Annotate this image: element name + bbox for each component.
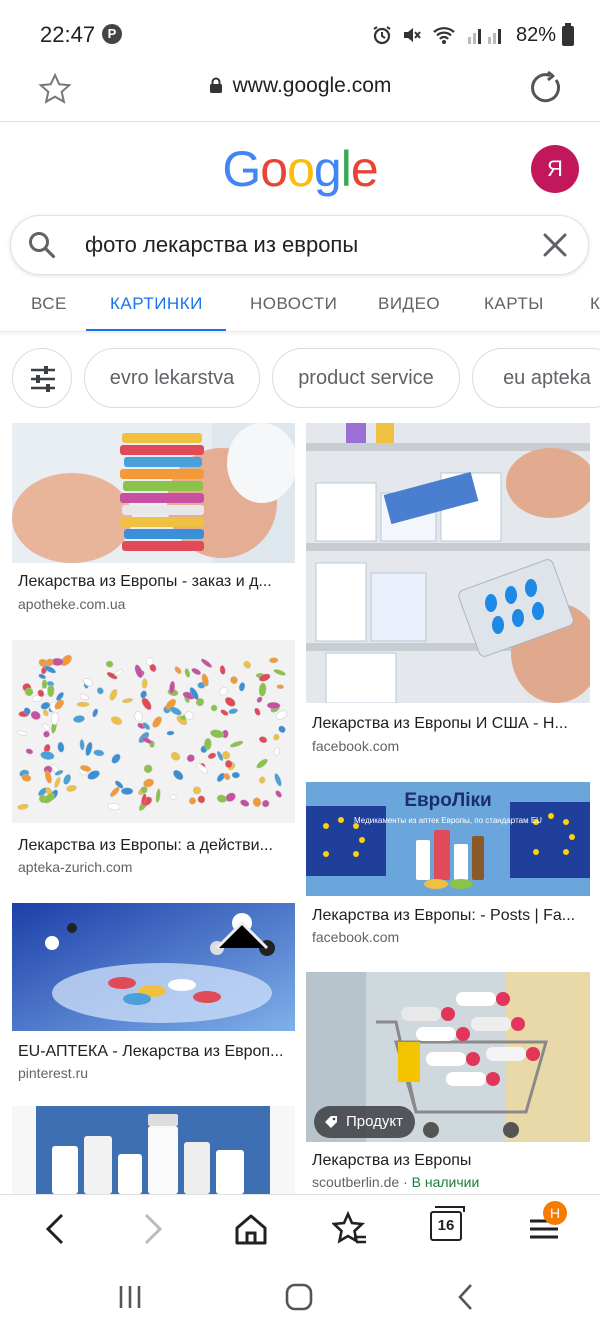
banner-subtitle: Медикаменты из аптек Европы, по стандарт… bbox=[354, 816, 542, 825]
tab-video[interactable]: ВИДЕО bbox=[378, 294, 440, 314]
result-source: scoutberlin.de · В наличии bbox=[312, 1174, 479, 1190]
battery-percent: 82% bbox=[515, 23, 556, 46]
result-title[interactable]: Лекарства из Европы И США - Н... bbox=[312, 715, 584, 733]
mute-icon bbox=[403, 28, 421, 42]
bookmarks-icon[interactable] bbox=[332, 1211, 368, 1247]
result-thumbnail[interactable]: ЕвроЛіки Медикаменты из аптек Европы, по… bbox=[306, 782, 590, 896]
alarm-icon bbox=[373, 26, 391, 45]
tab-news[interactable]: НОВОСТИ bbox=[250, 294, 337, 314]
battery-icon bbox=[562, 23, 574, 46]
url-text: www.google.com bbox=[232, 74, 392, 97]
search-tabs: ВСЕ КАРТИНКИ НОВОСТИ ВИДЕО КАРТЫ К bbox=[0, 280, 600, 332]
tab-all[interactable]: ВСЕ bbox=[31, 294, 67, 314]
recents-icon[interactable] bbox=[116, 1284, 144, 1310]
browser-toolbar: 16 bbox=[0, 1194, 600, 1264]
image-result[interactable]: Лекарства из Европы - заказ и д... apoth… bbox=[12, 423, 295, 623]
in-stock-label: · В наличии bbox=[403, 1174, 480, 1190]
product-badge: Продукт bbox=[314, 1106, 415, 1138]
result-title[interactable]: Лекарства из Европы - заказ и д... bbox=[18, 573, 288, 591]
logo-letter: l bbox=[340, 141, 352, 197]
home-circle-icon[interactable] bbox=[284, 1282, 314, 1312]
system-back-icon[interactable] bbox=[454, 1282, 478, 1312]
logo-letter: o bbox=[260, 141, 288, 197]
image-result[interactable]: EU-АПТЕКА - Лекарства из Европ... pinter… bbox=[12, 903, 295, 1083]
result-title[interactable]: Лекарства из Европы: а действи... bbox=[18, 837, 288, 855]
wifi-icon bbox=[433, 27, 455, 44]
forward-icon[interactable] bbox=[134, 1211, 170, 1247]
status-bar: 22:47 P 82% bbox=[0, 0, 600, 64]
result-title[interactable]: Лекарства из Европы bbox=[312, 1152, 584, 1170]
image-result[interactable]: Лекарства из Европы: а действи... apteka… bbox=[12, 640, 295, 880]
home-icon[interactable] bbox=[233, 1211, 269, 1247]
logo-letter: e bbox=[350, 141, 379, 197]
badge-label: Продукт bbox=[346, 1113, 403, 1130]
result-thumbnail[interactable]: Продукт bbox=[306, 972, 590, 1142]
logo-letter: G bbox=[222, 141, 261, 197]
result-thumbnail[interactable] bbox=[306, 423, 590, 703]
result-thumbnail[interactable] bbox=[12, 423, 295, 563]
image-result[interactable]: ЕвроЛіки Медикаменты из аптек Европы, по… bbox=[306, 782, 590, 950]
search-box[interactable]: фото лекарства из европы bbox=[10, 215, 589, 275]
result-title[interactable]: Лекарства из Европы: - Posts | Fa... bbox=[312, 907, 584, 925]
chip-evro-lekarstva[interactable]: evro lekarstva bbox=[84, 348, 260, 408]
search-icon[interactable] bbox=[27, 230, 57, 260]
result-thumbnail[interactable] bbox=[12, 903, 295, 1031]
clear-icon[interactable] bbox=[542, 232, 568, 258]
search-input[interactable]: фото лекарства из европы bbox=[85, 232, 358, 258]
signal-icon bbox=[467, 29, 501, 44]
notification-badge: Н bbox=[543, 1201, 567, 1225]
active-tab-indicator bbox=[86, 329, 226, 331]
tab-more[interactable]: К bbox=[590, 294, 600, 314]
result-source: facebook.com bbox=[312, 738, 400, 754]
chip-eu-apteka[interactable]: eu apteka bbox=[472, 348, 600, 408]
image-result[interactable] bbox=[12, 1106, 295, 1196]
result-source: pinterest.ru bbox=[18, 1065, 89, 1081]
image-result[interactable]: Продукт Лекарства из Европы scoutberlin.… bbox=[306, 972, 590, 1194]
result-source: facebook.com bbox=[312, 929, 400, 945]
google-logo[interactable]: Google bbox=[0, 140, 600, 198]
tab-maps[interactable]: КАРТЫ bbox=[484, 294, 544, 314]
reload-icon[interactable] bbox=[526, 70, 564, 108]
logo-letter: o bbox=[287, 141, 315, 197]
tab-images[interactable]: КАРТИНКИ bbox=[110, 294, 203, 314]
status-icons: 82% bbox=[372, 24, 556, 46]
url-field[interactable]: www.google.com bbox=[0, 74, 600, 98]
tag-icon bbox=[325, 1116, 337, 1128]
banner-title: ЕвроЛіки bbox=[404, 790, 492, 811]
result-thumbnail[interactable] bbox=[12, 1106, 295, 1194]
result-thumbnail[interactable] bbox=[12, 640, 295, 823]
system-navigation bbox=[0, 1264, 600, 1332]
avatar[interactable]: Я bbox=[531, 145, 579, 193]
address-bar: www.google.com bbox=[0, 64, 600, 122]
filter-chip[interactable] bbox=[12, 348, 72, 408]
logo-letter: g bbox=[313, 141, 342, 197]
result-source-domain: scoutberlin.de bbox=[312, 1174, 400, 1190]
image-result[interactable]: Лекарства из Европы И США - Н... faceboo… bbox=[306, 423, 590, 763]
status-time: 22:47 bbox=[40, 22, 96, 47]
pinterest-icon: P bbox=[102, 24, 122, 44]
tune-icon bbox=[31, 366, 55, 392]
result-source: apotheke.com.ua bbox=[18, 596, 126, 612]
result-source: apteka-zurich.com bbox=[18, 859, 133, 875]
tabs-icon[interactable]: 16 bbox=[430, 1206, 465, 1241]
back-icon[interactable] bbox=[38, 1211, 74, 1247]
result-title[interactable]: EU-АПТЕКА - Лекарства из Европ... bbox=[18, 1043, 288, 1061]
chip-product-service[interactable]: product service bbox=[272, 348, 460, 408]
lock-icon bbox=[209, 77, 222, 93]
